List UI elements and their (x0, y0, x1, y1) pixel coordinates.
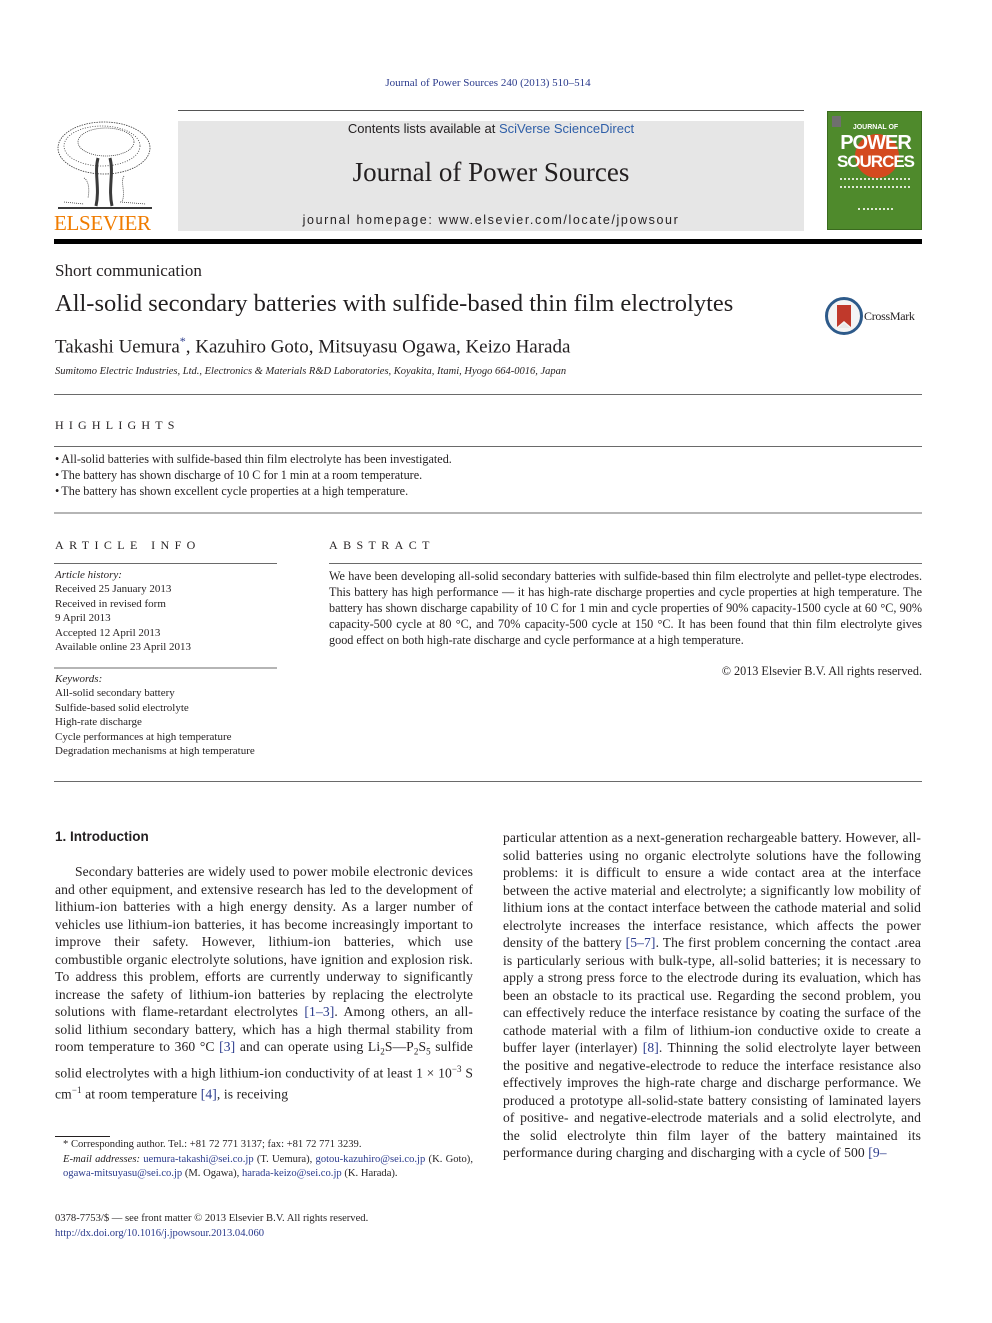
section-divider (54, 563, 277, 564)
history-entry: Received in revised form (55, 597, 166, 610)
body-text: . Thinning the solid electrolyte layer b… (503, 1040, 921, 1160)
sciencedirect-link[interactable]: SciVerse ScienceDirect (499, 121, 634, 136)
section-divider (54, 781, 922, 782)
citation-reference[interactable]: [5–7] (626, 935, 656, 950)
journal-citation-link[interactable]: Journal of Power Sources 240 (2013) 510–… (0, 77, 976, 89)
email-owner: (M. Ogawa), (182, 1168, 242, 1180)
corresponding-author-mark[interactable]: * (180, 334, 186, 348)
section-heading-introduction: 1. Introduction (55, 829, 149, 844)
journal-cover-image[interactable]: JOURNAL OF POWER SOURCES (827, 111, 922, 230)
email-link[interactable]: ogawa-mitsuyasu@sei.co.jp (63, 1168, 182, 1179)
history-entry: Accepted 12 April 2013 (55, 626, 161, 639)
body-text: Secondary batteries are widely used to p… (55, 864, 473, 1019)
section-divider (54, 394, 922, 395)
cover-line-2: POWER (840, 132, 912, 154)
body-text: and can operate using Li (235, 1039, 381, 1054)
citation-reference[interactable]: [1–3] (304, 1004, 334, 1019)
body-text: particular attention as a next-generatio… (503, 830, 921, 950)
article-history: Article history: Received 25 January 201… (55, 568, 277, 654)
superscript: −1 (71, 1085, 82, 1096)
highlight-item: The battery has shown discharge of 10 C … (55, 467, 915, 483)
author-name[interactable]: Takashi Uemura (55, 336, 180, 357)
history-entry: Received 25 January 2013 (55, 583, 172, 596)
author-name[interactable]: Keizo Harada (465, 336, 570, 357)
citation-reference[interactable]: [8] (643, 1040, 659, 1055)
front-matter-note: 0378-7753/$ — see front matter © 2013 El… (55, 1213, 369, 1224)
author-name[interactable]: Kazuhiro Goto (195, 336, 308, 357)
cover-line-1: JOURNAL OF (852, 124, 899, 131)
citation-reference[interactable]: [9– (868, 1145, 886, 1160)
elsevier-logo-text: ELSEVIER (54, 211, 151, 235)
keywords: Keywords: All-solid secondary battery Su… (55, 672, 277, 758)
cover-subtitle-lines (840, 178, 910, 188)
email-owner: (T. Uemura), (253, 1153, 316, 1165)
journal-homepage-link[interactable]: journal homepage: www.elsevier.com/locat… (178, 213, 804, 227)
highlight-item: The battery has shown excellent cycle pr… (55, 483, 915, 499)
email-owner: (K. Goto), (425, 1153, 473, 1165)
section-divider (54, 512, 922, 514)
doi-link[interactable]: http://dx.doi.org/10.1016/j.jpowsour.201… (55, 1228, 264, 1239)
email-link[interactable]: gotou-kazuhiro@sei.co.jp (316, 1154, 426, 1165)
journal-title: Journal of Power Sources (352, 157, 630, 187)
abstract-heading: ABSTRACT (329, 538, 435, 552)
body-text: at room temperature (81, 1086, 201, 1102)
section-divider (329, 563, 922, 564)
body-paragraph-right-column: particular attention as a next-generatio… (503, 829, 921, 1162)
keywords-label: Keywords: (55, 673, 103, 685)
body-text: , is receiving (216, 1086, 289, 1102)
front-matter: 0378-7753/$ — see front matter © 2013 El… (55, 1212, 473, 1241)
corresponding-author-note: * Corresponding author. Tel.: +81 72 771… (63, 1139, 362, 1150)
keyword: Cycle performances at high temperature (55, 730, 232, 743)
cover-line-3: SOURCES (836, 152, 915, 171)
citation-reference[interactable]: [4] (201, 1087, 217, 1102)
email-link[interactable]: uemura-takashi@sei.co.jp (143, 1154, 253, 1165)
abstract-copyright: © 2013 Elsevier B.V. All rights reserved… (721, 664, 922, 678)
article-info-heading: ARTICLE INFO (55, 538, 201, 552)
highlight-item: All-solid batteries with sulfide-based t… (55, 451, 915, 467)
contents-available-line: Contents lists available at SciVerse Sci… (178, 121, 804, 136)
crossmark-label[interactable]: CrossMark (864, 309, 915, 324)
email-link[interactable]: harada-keizo@sei.co.jp (242, 1168, 342, 1179)
contents-prefix: Contents lists available at (347, 121, 499, 136)
body-paragraph-left-column: Secondary batteries are widely used to p… (55, 863, 473, 1103)
body-text: S (418, 1039, 427, 1054)
author-name[interactable]: Mitsuyasu Ogawa (318, 336, 456, 357)
superscript: −3 (451, 1064, 462, 1075)
history-entry: 9 April 2013 (55, 612, 111, 625)
body-text: S—P (384, 1039, 414, 1054)
footnote-divider (55, 1136, 110, 1137)
keyword: High-rate discharge (55, 716, 142, 729)
history-entry: Available online 23 April 2013 (55, 641, 192, 654)
cover-editor-line (858, 208, 893, 214)
footnotes: * Corresponding author. Tel.: +81 72 771… (55, 1138, 473, 1182)
email-label: E-mail addresses: (63, 1153, 140, 1165)
section-divider (54, 446, 922, 447)
article-history-label: Article history: (55, 569, 122, 581)
section-divider (54, 667, 277, 669)
keyword: Degradation mechanisms at high temperatu… (55, 745, 255, 758)
header-bottom-rule (54, 239, 922, 244)
keyword: Sulfide-based solid electrolyte (55, 701, 189, 714)
highlights-list: All-solid batteries with sulfide-based t… (55, 451, 915, 499)
article-title: All-solid secondary batteries with sulfi… (55, 290, 734, 317)
author-affiliation: Sumitomo Electric Industries, Ltd., Elec… (55, 366, 567, 377)
body-text: . The first problem concerning the conta… (503, 935, 921, 1055)
keyword: All-solid secondary battery (55, 687, 175, 700)
email-addresses: E-mail addresses: uemura-takashi@sei.co.… (55, 1153, 473, 1182)
author-list: Takashi Uemura*, Kazuhiro Goto, Mitsuyas… (55, 334, 571, 358)
citation-reference[interactable]: [3] (219, 1039, 235, 1054)
email-owner: (K. Harada). (341, 1168, 398, 1180)
header-top-rule (178, 110, 804, 111)
article-type: Short communication (55, 261, 202, 280)
highlights-heading: HIGHLIGHTS (55, 418, 180, 432)
abstract-text: We have been developing all-solid second… (329, 569, 922, 647)
